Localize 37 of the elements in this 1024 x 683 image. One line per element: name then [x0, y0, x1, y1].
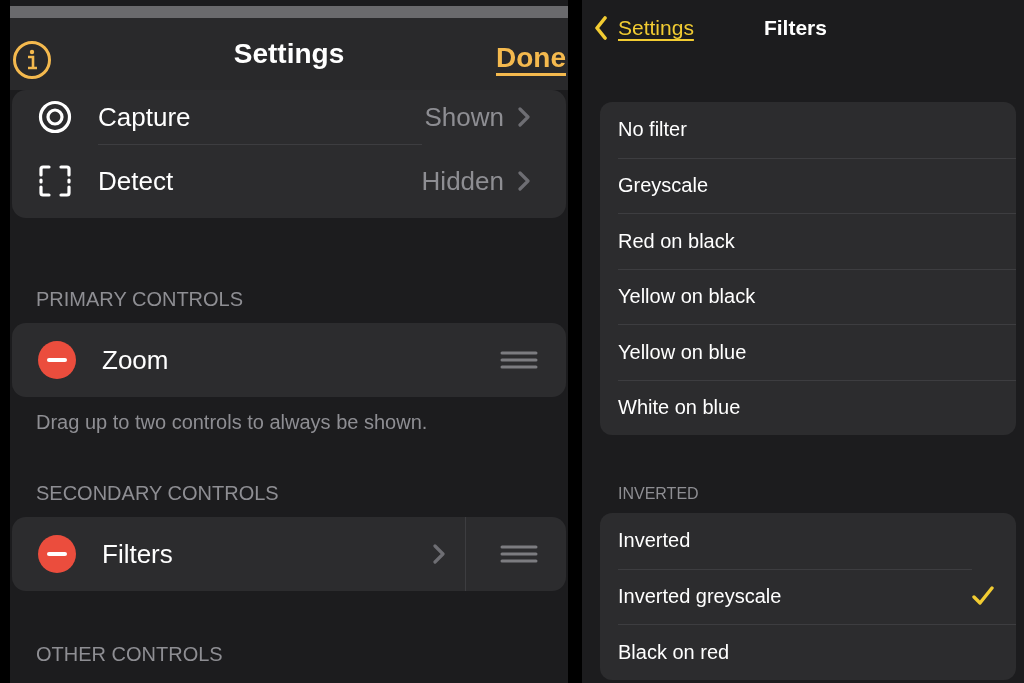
section-footer: Drag up to two controls to always be shown. — [10, 397, 568, 434]
setting-label[interactable]: Detect — [98, 166, 174, 197]
setting-label[interactable]: Capture — [98, 101, 191, 133]
control-row[interactable]: Zoom — [12, 323, 566, 397]
chevron-icon — [518, 171, 530, 191]
chevron-icon — [518, 107, 530, 127]
back-chevron-icon — [594, 16, 608, 40]
filter-option[interactable]: Yellow on black — [600, 268, 1016, 324]
frame-icon — [39, 165, 71, 197]
filter-option[interactable]: No filter — [600, 102, 1016, 158]
section-header: SECONDARY CONTROLS — [35, 482, 280, 506]
done-link[interactable]: Done — [496, 42, 566, 74]
control-label: Filters — [102, 538, 173, 570]
setting-value: Shown — [424, 101, 504, 133]
drag-handle-icon — [500, 350, 538, 370]
drag-handle-icon — [500, 544, 538, 564]
control-label: Zoom — [102, 344, 169, 376]
filter-option[interactable]: White on blue — [600, 379, 1016, 435]
remove-icon — [38, 535, 76, 573]
target-icon — [38, 100, 72, 134]
chevron-icon — [433, 544, 445, 564]
section-header: PRIMARY CONTROLS — [35, 288, 245, 312]
group-header: INVERTED — [617, 485, 700, 504]
control-row[interactable]: Filters — [12, 517, 566, 591]
info-icon[interactable] — [12, 40, 52, 80]
section-header: OTHER CONTROLS — [35, 643, 224, 667]
back-link[interactable]: Settings — [594, 16, 694, 40]
setting-value: Hidden — [421, 165, 504, 197]
filter-option[interactable]: Inverted — [600, 513, 1016, 569]
screen-title: Filters — [763, 16, 827, 40]
remove-icon — [38, 341, 76, 379]
filter-option[interactable]: Greyscale — [600, 157, 1016, 213]
screen-title: Settings — [233, 38, 345, 70]
filter-option[interactable]: Yellow on blue — [600, 324, 1016, 380]
filter-option[interactable]: Inverted greyscale — [600, 568, 1016, 624]
filter-option[interactable]: Black on red — [600, 624, 1016, 680]
filter-option[interactable]: Red on black — [600, 213, 1016, 269]
